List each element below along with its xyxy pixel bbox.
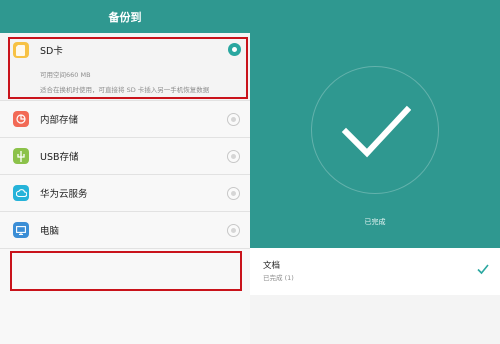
cloud-icon (13, 185, 29, 201)
destination-item-sd-card[interactable]: SD卡 可用空间660 MB 适合在换机时使用，可直接将 SD 卡插入另一手机恢… (0, 33, 250, 101)
destination-label: USB存储 (40, 152, 79, 163)
monitor-icon (13, 222, 29, 238)
destination-label: 内部存储 (40, 115, 79, 126)
radio-button[interactable] (227, 113, 240, 126)
completion-status-text: 已完成 (364, 218, 386, 226)
check-icon (477, 264, 489, 275)
backup-destination-panel: 备份到 SD卡 可用空间660 MB 适合在换机时使用，可直接将 SD 卡插入另… (0, 0, 250, 344)
radio-button[interactable] (227, 150, 240, 163)
destination-list: SD卡 可用空间660 MB 适合在换机时使用，可直接将 SD 卡插入另一手机恢… (0, 33, 250, 249)
destination-label: 电脑 (40, 226, 60, 237)
destination-item-internal-storage[interactable]: 内部存储 (0, 101, 250, 138)
sd-card-note: 适合在换机时使用，可直接将 SD 卡插入另一手机恢复数据 (40, 86, 210, 94)
panel-header: 备份到 (0, 0, 250, 33)
available-space-text: 可用空间660 MB (40, 71, 91, 79)
pie-chart-icon (13, 111, 29, 127)
empty-area (250, 295, 500, 344)
file-status-text: 已完成 (1) (263, 274, 294, 282)
destination-item-huawei-cloud[interactable]: 华为云服务 (0, 175, 250, 212)
destination-item-usb-storage[interactable]: USB存储 (0, 138, 250, 175)
radio-button[interactable] (227, 187, 240, 200)
panel-title: 备份到 (108, 11, 142, 24)
usb-icon (13, 148, 29, 164)
destination-item-computer[interactable]: 电脑 (0, 212, 250, 249)
sd-card-icon (13, 42, 29, 58)
destination-label: 华为云服务 (40, 189, 88, 200)
backup-status-panel: 已完成 文档 已完成 (1) (250, 0, 500, 344)
completion-area: 已完成 (250, 0, 500, 248)
backup-file-row[interactable]: 文档 已完成 (1) (250, 248, 500, 295)
destination-label: SD卡 (40, 46, 63, 57)
radio-selected[interactable] (228, 43, 241, 56)
radio-button[interactable] (227, 224, 240, 237)
file-category-name: 文档 (263, 261, 281, 271)
check-icon (341, 105, 411, 158)
